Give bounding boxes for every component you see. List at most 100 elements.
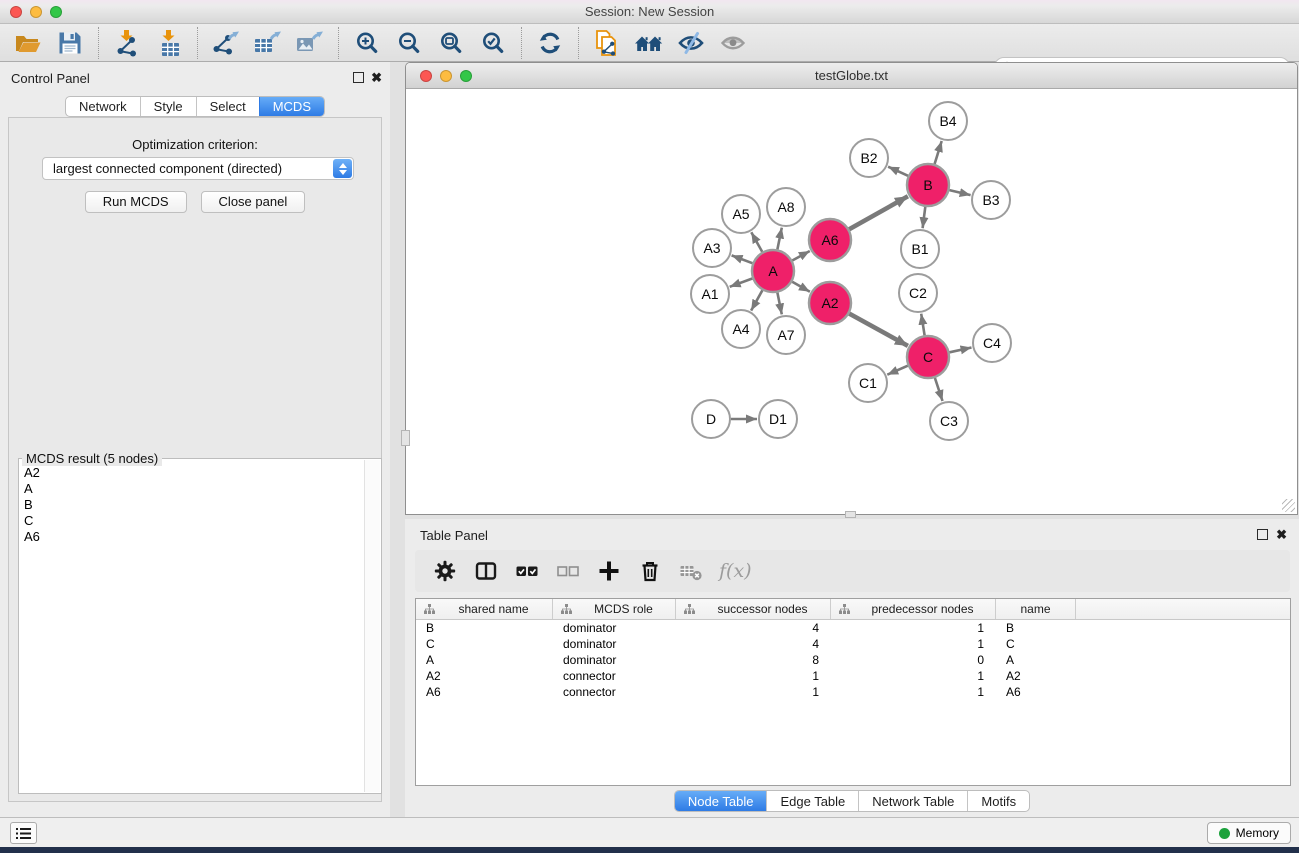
column-header-shared-name[interactable]: shared name (416, 599, 553, 619)
zoom-in-icon[interactable] (352, 28, 382, 58)
graph-node-A3[interactable]: A3 (693, 229, 731, 267)
horizontal-splitter-grip[interactable] (845, 511, 856, 518)
graph-edge-C-C3[interactable] (935, 378, 943, 401)
graph-node-B[interactable]: B (907, 164, 949, 206)
zoom-out-icon[interactable] (394, 28, 424, 58)
graph-node-A[interactable]: A (752, 250, 794, 292)
split-columns-icon[interactable] (473, 558, 499, 584)
table-row[interactable]: Cdominator41C (416, 636, 1290, 652)
graph-edge-B-B1[interactable] (923, 207, 926, 228)
delete-column-icon[interactable] (637, 558, 663, 584)
graph-node-B4[interactable]: B4 (929, 102, 967, 140)
show-eye-icon[interactable] (718, 28, 748, 58)
graph-edge-A-A5[interactable] (751, 232, 762, 252)
graph-edge-A6-B[interactable] (849, 196, 908, 229)
table-row[interactable]: Adominator80A (416, 652, 1290, 668)
column-header-name[interactable]: name (996, 599, 1076, 619)
tab-mcds[interactable]: MCDS (259, 97, 324, 116)
hide-panels-icon[interactable] (676, 28, 706, 58)
mcds-result-item[interactable]: A2 (24, 465, 363, 481)
export-table-icon[interactable] (253, 28, 283, 58)
save-icon[interactable] (55, 28, 85, 58)
mcds-result-item[interactable]: A6 (24, 529, 363, 545)
graph-node-B2[interactable]: B2 (850, 139, 888, 177)
tab-edge-table[interactable]: Edge Table (766, 791, 858, 811)
graph-node-C[interactable]: C (907, 336, 949, 378)
zoom-selected-icon[interactable] (478, 28, 508, 58)
network-minimize-button[interactable] (440, 70, 452, 82)
minimize-window-button[interactable] (30, 6, 42, 18)
graph-edge-C-C2[interactable] (921, 314, 924, 336)
select-all-icon[interactable] (514, 558, 540, 584)
graph-node-A4[interactable]: A4 (722, 310, 760, 348)
network-canvas[interactable]: A A1 A2 A3 A4 A5 A6 A7 A8 B B1 B2 B3 B4 C C1 C2 C3 C4 D D1 (407, 90, 1296, 513)
float-panel-icon[interactable] (353, 72, 364, 83)
graph-edge-A-A8[interactable] (777, 228, 781, 250)
graph-edge-A-A1[interactable] (730, 279, 753, 287)
import-table-icon[interactable] (154, 28, 184, 58)
graph-edge-A-A7[interactable] (777, 293, 781, 315)
tab-select[interactable]: Select (196, 97, 259, 116)
mcds-result-item[interactable]: C (24, 513, 363, 529)
graph-node-A2[interactable]: A2 (809, 282, 851, 324)
network-close-button[interactable] (420, 70, 432, 82)
graph-node-C1[interactable]: C1 (849, 364, 887, 402)
run-mcds-button[interactable]: Run MCDS (85, 191, 187, 213)
graph-node-A6[interactable]: A6 (809, 219, 851, 261)
graph-node-D1[interactable]: D1 (759, 400, 797, 438)
memory-button[interactable]: Memory (1207, 822, 1291, 844)
export-image-icon[interactable] (295, 28, 325, 58)
column-header-MCDS-role[interactable]: MCDS role (553, 599, 676, 619)
close-panel-button[interactable]: Close panel (201, 191, 306, 213)
graph-node-C4[interactable]: C4 (973, 324, 1011, 362)
open-folder-icon[interactable] (13, 28, 43, 58)
graph-edge-C-C1[interactable] (887, 366, 908, 375)
criterion-dropdown[interactable]: largest connected component (directed) (42, 157, 354, 180)
deselect-all-icon[interactable] (555, 558, 581, 584)
graph-node-C2[interactable]: C2 (899, 274, 937, 312)
table-row[interactable]: A6connector11A6 (416, 684, 1290, 700)
graph-edge-B-B3[interactable] (949, 190, 970, 195)
graph-node-A5[interactable]: A5 (722, 195, 760, 233)
graph-node-A1[interactable]: A1 (691, 275, 729, 313)
graph-node-A8[interactable]: A8 (767, 188, 805, 226)
tab-network[interactable]: Network (66, 97, 140, 116)
graph-edge-A-A3[interactable] (732, 255, 753, 263)
table-close-panel-icon[interactable]: ✖ (1276, 527, 1287, 542)
tab-motifs[interactable]: Motifs (967, 791, 1029, 811)
mcds-result-item[interactable]: A (24, 481, 363, 497)
zoom-fit-icon[interactable] (436, 28, 466, 58)
close-window-button[interactable] (10, 6, 22, 18)
graph-edge-A-A2[interactable] (792, 282, 810, 292)
refresh-icon[interactable] (535, 28, 565, 58)
vertical-splitter-grip[interactable] (401, 430, 410, 446)
column-header-successor-nodes[interactable]: successor nodes (676, 599, 831, 619)
graph-edge-B-B2[interactable] (888, 167, 908, 176)
window-resize-grip[interactable] (1282, 499, 1295, 512)
clone-network-icon[interactable] (592, 28, 622, 58)
table-row[interactable]: Bdominator41B (416, 620, 1290, 636)
close-panel-icon[interactable]: ✖ (371, 70, 382, 85)
mcds-result-item[interactable]: B (24, 497, 363, 513)
table-row[interactable]: A2connector11A2 (416, 668, 1290, 684)
graph-node-B1[interactable]: B1 (901, 230, 939, 268)
graph-edge-A-A6[interactable] (792, 251, 810, 261)
maximize-window-button[interactable] (50, 6, 62, 18)
graph-node-A7[interactable]: A7 (767, 316, 805, 354)
graph-node-D[interactable]: D (692, 400, 730, 438)
table-float-panel-icon[interactable] (1257, 529, 1268, 540)
graph-edge-C-C4[interactable] (950, 348, 972, 353)
network-window-titlebar[interactable]: testGlobe.txt (406, 63, 1297, 89)
tab-network-table[interactable]: Network Table (858, 791, 967, 811)
graph-edge-B-B4[interactable] (935, 141, 942, 164)
graph-node-C3[interactable]: C3 (930, 402, 968, 440)
add-column-icon[interactable] (596, 558, 622, 584)
graph-node-B3[interactable]: B3 (972, 181, 1010, 219)
column-header-predecessor-nodes[interactable]: predecessor nodes (831, 599, 996, 619)
tab-node-table[interactable]: Node Table (675, 791, 767, 811)
task-history-button[interactable] (10, 822, 37, 844)
tab-style[interactable]: Style (140, 97, 196, 116)
home-icon[interactable] (634, 28, 664, 58)
import-network-icon[interactable] (112, 28, 142, 58)
network-maximize-button[interactable] (460, 70, 472, 82)
